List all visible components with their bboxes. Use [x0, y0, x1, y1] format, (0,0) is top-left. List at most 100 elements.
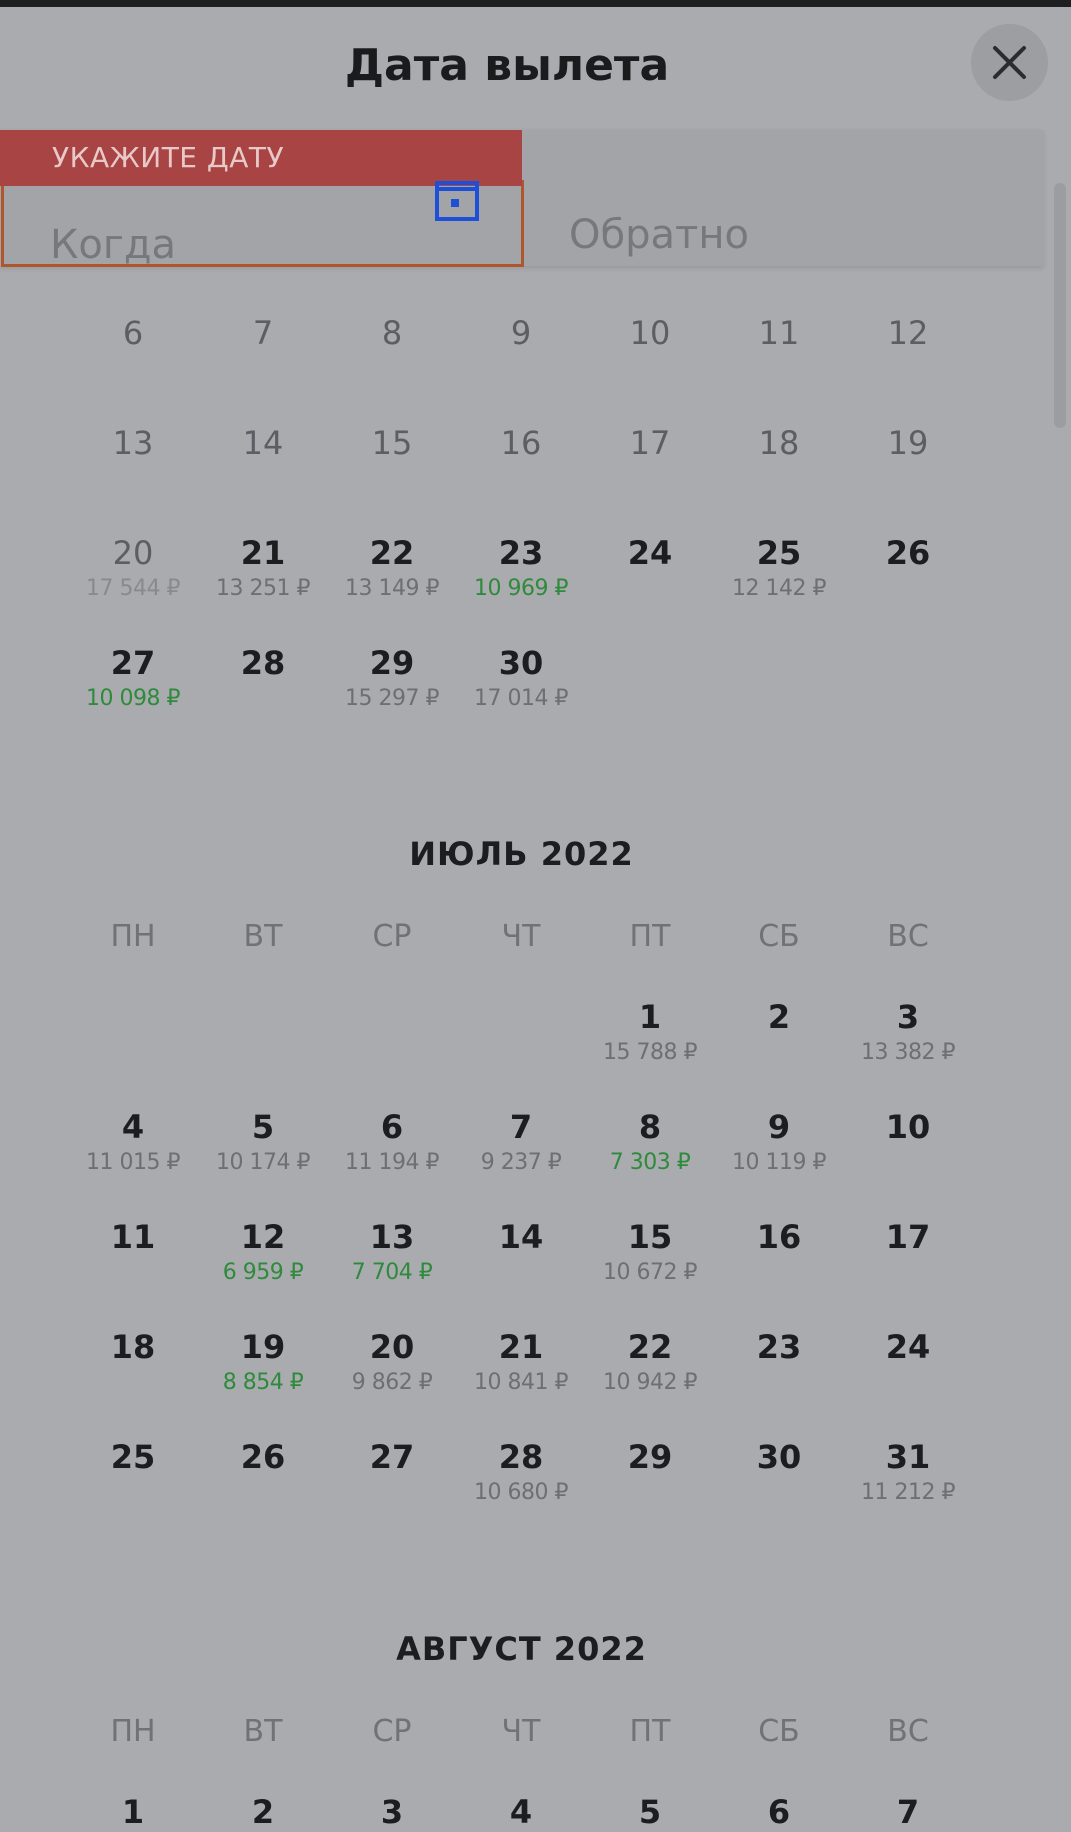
day-price: 15 297 ₽	[345, 686, 439, 711]
calendar-day[interactable]: 15 10 672 ₽	[585, 1217, 715, 1287]
calendar-day[interactable]: 23	[714, 1327, 844, 1367]
weekday-label: ВС	[887, 919, 929, 954]
close-icon	[993, 46, 1026, 79]
calendar-day[interactable]: 8 7 303 ₽	[585, 1107, 715, 1177]
calendar-day[interactable]: 19 8 854 ₽	[198, 1327, 328, 1397]
calendar-icon[interactable]	[435, 180, 479, 222]
calendar-day[interactable]: 23 10 969 ₽	[456, 533, 586, 603]
calendar-day[interactable]: 26	[843, 533, 973, 573]
calendar-day[interactable]: 15	[327, 423, 457, 463]
day-number: 14	[498, 1218, 544, 1256]
calendar-day[interactable]: 24	[585, 533, 715, 573]
calendar-day[interactable]: 10	[843, 1107, 973, 1147]
calendar-day[interactable]: 26	[198, 1437, 328, 1477]
calendar-day[interactable]: 1	[68, 1792, 198, 1832]
day-number: 16	[756, 1218, 802, 1256]
day-number: 12	[240, 1218, 286, 1256]
calendar-day[interactable]: 9	[456, 313, 586, 353]
day-number: 3	[380, 1793, 404, 1831]
day-number: 4	[121, 1108, 145, 1146]
calendar-day[interactable]: 11	[714, 313, 844, 353]
day-price: 10 672 ₽	[603, 1260, 697, 1285]
day-number: 28	[498, 1438, 544, 1476]
calendar-day[interactable]: 21 13 251 ₽	[198, 533, 328, 603]
calendar-day[interactable]: 8	[327, 313, 457, 353]
weekday-label: ВТ	[243, 919, 283, 954]
calendar-day[interactable]: 12 6 959 ₽	[198, 1217, 328, 1287]
calendar-day[interactable]: 22 13 149 ₽	[327, 533, 457, 603]
calendar-day[interactable]: 7	[198, 313, 328, 353]
day-number: 6	[380, 1108, 404, 1146]
calendar-day[interactable]: 25	[68, 1437, 198, 1477]
calendar-day[interactable]: 25 12 142 ₽	[714, 533, 844, 603]
day-number: 25	[756, 534, 802, 572]
month-title: АВГУСТ 2022	[396, 1630, 647, 1668]
day-number: 27	[110, 644, 156, 682]
calendar-day[interactable]: 17	[843, 1217, 973, 1257]
calendar-day[interactable]: 5	[585, 1792, 715, 1832]
calendar-day[interactable]: 28 10 680 ₽	[456, 1437, 586, 1507]
day-number: 23	[756, 1328, 802, 1366]
calendar-day[interactable]: 9 10 119 ₽	[714, 1107, 844, 1177]
weekday-label: СБ	[758, 1714, 800, 1749]
day-price: 17 544 ₽	[86, 576, 180, 601]
calendar-day[interactable]: 7	[843, 1792, 973, 1832]
day-number: 12	[887, 314, 929, 352]
calendar-day[interactable]: 22 10 942 ₽	[585, 1327, 715, 1397]
calendar-day[interactable]: 14	[456, 1217, 586, 1257]
calendar-day[interactable]: 12	[843, 313, 973, 353]
return-date-field[interactable]: Обратно	[540, 170, 1040, 258]
day-price: 6 959 ₽	[222, 1260, 304, 1285]
calendar-day[interactable]: 28	[198, 643, 328, 683]
calendar-day[interactable]: 16	[456, 423, 586, 463]
day-number: 4	[509, 1793, 533, 1831]
calendar-day[interactable]: 18	[68, 1327, 198, 1367]
calendar-day[interactable]: 20 9 862 ₽	[327, 1327, 457, 1397]
calendar-day[interactable]: 31 11 212 ₽	[843, 1437, 973, 1507]
calendar-day[interactable]: 14	[198, 423, 328, 463]
calendar-day[interactable]: 6	[714, 1792, 844, 1832]
calendar-day[interactable]: 2	[714, 997, 844, 1037]
calendar-day[interactable]: 20 17 544 ₽	[68, 533, 198, 603]
calendar-day[interactable]: 6	[68, 313, 198, 353]
day-number: 21	[498, 1328, 544, 1366]
day-number: 28	[240, 644, 286, 682]
calendar-day[interactable]: 17	[585, 423, 715, 463]
calendar-day[interactable]: 27	[327, 1437, 457, 1477]
calendar-day[interactable]: 30	[714, 1437, 844, 1477]
calendar-day[interactable]: 29 15 297 ₽	[327, 643, 457, 713]
calendar-day[interactable]: 6 11 194 ₽	[327, 1107, 457, 1177]
calendar-day[interactable]: 3	[327, 1792, 457, 1832]
calendar-day[interactable]: 16	[714, 1217, 844, 1257]
calendar-day[interactable]: 11	[68, 1217, 198, 1257]
calendar-day[interactable]: 21 10 841 ₽	[456, 1327, 586, 1397]
calendar-day[interactable]: 30 17 014 ₽	[456, 643, 586, 713]
calendar-day[interactable]: 10	[585, 313, 715, 353]
calendar-day[interactable]: 4 11 015 ₽	[68, 1107, 198, 1177]
calendar-day[interactable]: 1 15 788 ₽	[585, 997, 715, 1067]
scrollbar[interactable]	[1054, 183, 1066, 428]
calendar-day[interactable]: 4	[456, 1792, 586, 1832]
calendar-day[interactable]: 19	[843, 423, 973, 463]
calendar-day[interactable]: 5 10 174 ₽	[198, 1107, 328, 1177]
calendar-day[interactable]: 2	[198, 1792, 328, 1832]
calendar-day[interactable]: 13	[68, 423, 198, 463]
calendar-day[interactable]: 27 10 098 ₽	[68, 643, 198, 713]
weekday-label: ПТ	[629, 919, 671, 954]
day-number: 22	[627, 1328, 673, 1366]
day-number: 24	[885, 1328, 931, 1366]
day-number: 16	[500, 424, 542, 462]
calendar-day[interactable]: 18	[714, 423, 844, 463]
day-price: 15 788 ₽	[603, 1040, 697, 1065]
weekday-label: ПН	[110, 1714, 156, 1749]
calendar-day[interactable]: 24	[843, 1327, 973, 1367]
close-button[interactable]	[971, 24, 1048, 101]
calendar-day[interactable]: 3 13 382 ₽	[843, 997, 973, 1067]
calendar-day[interactable]: 13 7 704 ₽	[327, 1217, 457, 1287]
day-number: 5	[638, 1793, 662, 1831]
status-bar-strip	[0, 0, 1071, 7]
calendar-day[interactable]: 29	[585, 1437, 715, 1477]
day-number: 24	[627, 534, 673, 572]
calendar-day[interactable]: 7 9 237 ₽	[456, 1107, 586, 1177]
day-number: 19	[887, 424, 929, 462]
